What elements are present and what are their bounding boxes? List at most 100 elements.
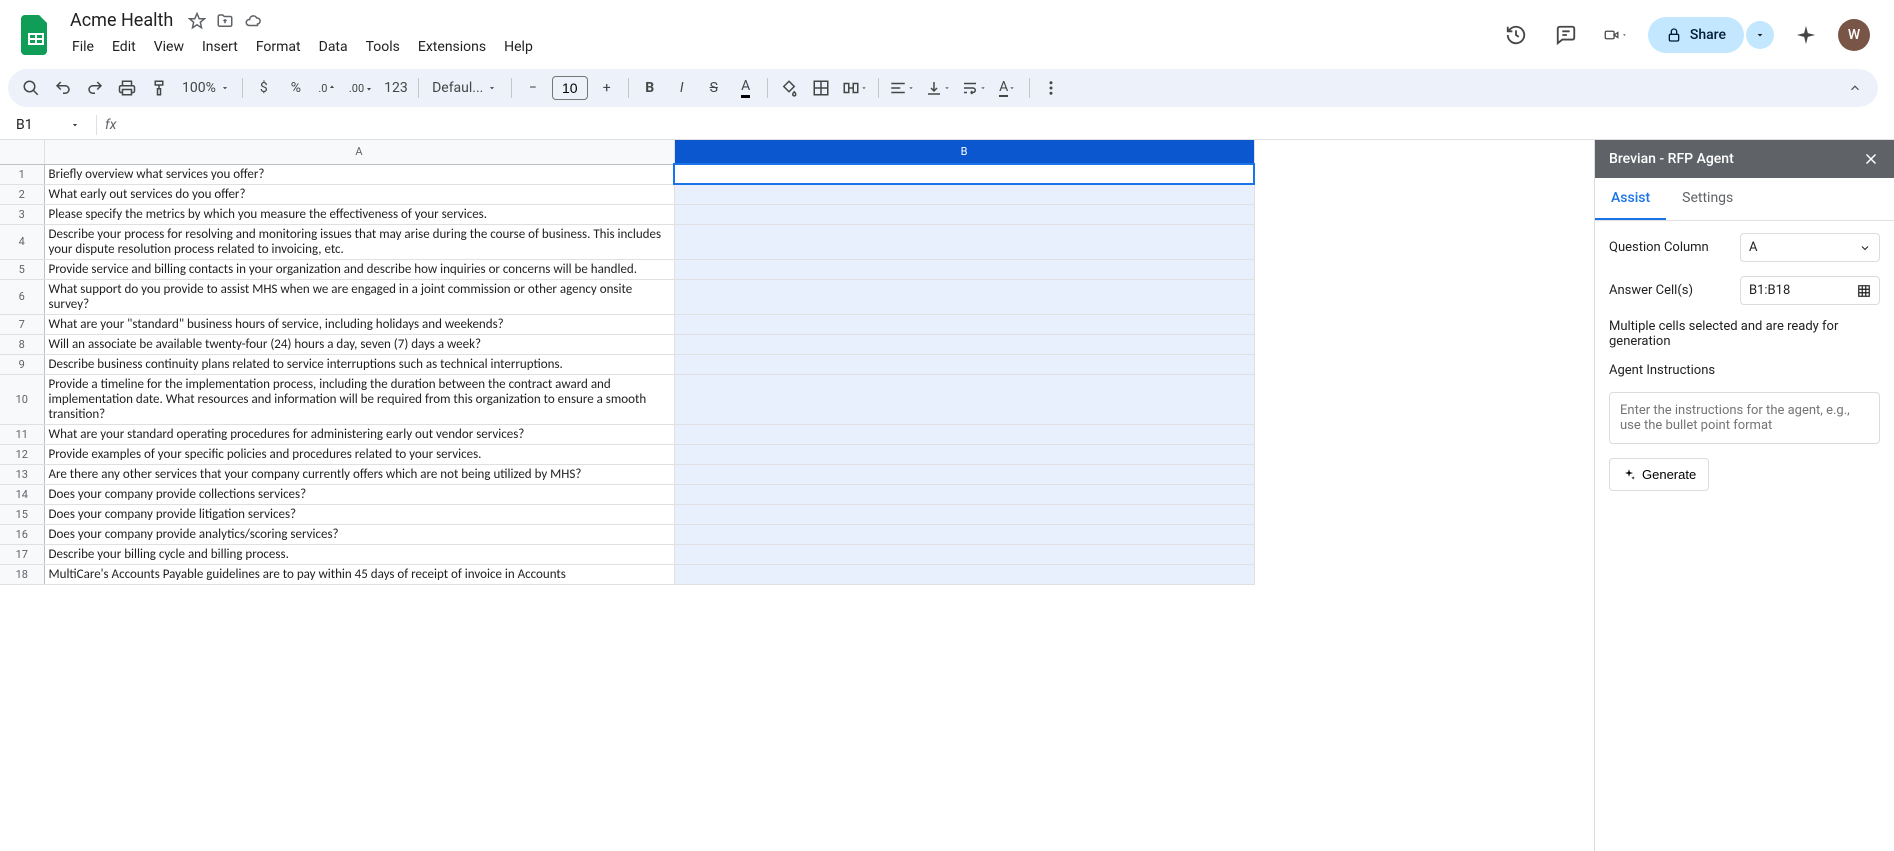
zoom-select[interactable]: 100% (176, 73, 236, 103)
name-box[interactable]: B1 (8, 115, 88, 135)
row-header[interactable]: 16 (0, 524, 44, 544)
menu-view[interactable]: View (146, 35, 192, 59)
cell[interactable]: Provide service and billing contacts in … (44, 259, 674, 279)
collapse-toolbar-icon[interactable] (1840, 73, 1870, 103)
text-rotation-button[interactable]: A (993, 73, 1023, 103)
row-header[interactable]: 8 (0, 334, 44, 354)
column-header-B[interactable]: B (674, 140, 1254, 164)
menu-tools[interactable]: Tools (358, 35, 408, 59)
increase-font-size-button[interactable]: + (592, 73, 622, 103)
text-color-button[interactable]: A (731, 73, 761, 103)
close-icon[interactable] (1862, 150, 1880, 168)
row-header[interactable]: 15 (0, 504, 44, 524)
cell[interactable] (674, 259, 1254, 279)
borders-button[interactable] (806, 73, 836, 103)
cell[interactable]: Please specify the metrics by which you … (44, 204, 674, 224)
row-header[interactable]: 5 (0, 259, 44, 279)
meet-button[interactable] (1598, 17, 1634, 53)
number-format-button[interactable]: 123 (380, 73, 412, 103)
undo-icon[interactable] (48, 73, 78, 103)
cell[interactable]: Does your company provide litigation ser… (44, 504, 674, 524)
strikethrough-button[interactable]: S (699, 73, 729, 103)
cell[interactable] (674, 314, 1254, 334)
decrease-font-size-button[interactable]: − (518, 73, 548, 103)
cell[interactable] (674, 544, 1254, 564)
cell[interactable] (674, 204, 1254, 224)
cell[interactable] (674, 224, 1254, 259)
cell[interactable]: What are your standard operating procedu… (44, 424, 674, 444)
search-menu-icon[interactable] (16, 73, 46, 103)
select-all-cell[interactable] (0, 140, 44, 164)
cell[interactable]: What are your "standard" business hours … (44, 314, 674, 334)
cell[interactable] (674, 164, 1254, 184)
italic-button[interactable]: I (667, 73, 697, 103)
menu-file[interactable]: File (64, 35, 102, 59)
row-header[interactable]: 11 (0, 424, 44, 444)
cell[interactable] (674, 484, 1254, 504)
cell[interactable]: Will an associate be available twenty-fo… (44, 334, 674, 354)
row-header[interactable]: 7 (0, 314, 44, 334)
gemini-icon[interactable] (1788, 17, 1824, 53)
cell[interactable]: Does your company provide analytics/scor… (44, 524, 674, 544)
row-header[interactable]: 12 (0, 444, 44, 464)
share-button[interactable]: Share (1648, 17, 1744, 53)
decrease-decimal-button[interactable]: .0 (313, 73, 343, 103)
cell[interactable]: Briefly overview what services you offer… (44, 164, 674, 184)
cell[interactable]: Does your company provide collections se… (44, 484, 674, 504)
row-header[interactable]: 18 (0, 564, 44, 584)
tab-assist[interactable]: Assist (1595, 178, 1666, 220)
cell[interactable] (674, 524, 1254, 544)
cell[interactable] (674, 374, 1254, 424)
move-folder-icon[interactable] (215, 11, 235, 31)
menu-help[interactable]: Help (496, 35, 541, 59)
menu-edit[interactable]: Edit (104, 35, 144, 59)
horizontal-align-button[interactable] (885, 73, 919, 103)
vertical-align-button[interactable] (921, 73, 955, 103)
cell[interactable] (674, 464, 1254, 484)
font-family-select[interactable]: Defaul... (425, 73, 505, 103)
star-icon[interactable] (187, 11, 207, 31)
cloud-status-icon[interactable] (243, 11, 263, 31)
cell[interactable] (674, 334, 1254, 354)
cell[interactable]: What support do you provide to assist MH… (44, 279, 674, 314)
document-title[interactable]: Acme Health (64, 8, 179, 33)
font-size-input[interactable] (552, 76, 588, 100)
share-dropdown[interactable] (1746, 21, 1774, 49)
agent-instructions-input[interactable] (1609, 392, 1880, 444)
redo-icon[interactable] (80, 73, 110, 103)
cell[interactable] (674, 504, 1254, 524)
cell[interactable] (674, 279, 1254, 314)
cell[interactable]: Are there any other services that your c… (44, 464, 674, 484)
cell[interactable]: Describe business continuity plans relat… (44, 354, 674, 374)
fill-color-button[interactable] (774, 73, 804, 103)
cell[interactable] (674, 184, 1254, 204)
row-header[interactable]: 2 (0, 184, 44, 204)
generate-button[interactable]: Generate (1609, 458, 1709, 491)
cell[interactable]: MultiCare's Accounts Payable guidelines … (44, 564, 674, 584)
row-header[interactable]: 3 (0, 204, 44, 224)
menu-data[interactable]: Data (311, 35, 356, 59)
row-header[interactable]: 14 (0, 484, 44, 504)
menu-insert[interactable]: Insert (194, 35, 246, 59)
row-header[interactable]: 4 (0, 224, 44, 259)
percent-button[interactable]: % (281, 73, 311, 103)
question-column-select[interactable]: A (1740, 233, 1880, 262)
tab-settings[interactable]: Settings (1666, 178, 1749, 220)
text-wrap-button[interactable] (957, 73, 991, 103)
cell[interactable] (674, 354, 1254, 374)
cell[interactable]: Describe your billing cycle and billing … (44, 544, 674, 564)
cell[interactable] (674, 564, 1254, 584)
column-header-A[interactable]: A (44, 140, 674, 164)
row-header[interactable]: 10 (0, 374, 44, 424)
history-icon[interactable] (1498, 17, 1534, 53)
more-toolbar-icon[interactable] (1036, 73, 1066, 103)
row-header[interactable]: 1 (0, 164, 44, 184)
currency-button[interactable]: $ (249, 73, 279, 103)
row-header[interactable]: 6 (0, 279, 44, 314)
menu-extensions[interactable]: Extensions (410, 35, 494, 59)
menu-format[interactable]: Format (248, 35, 309, 59)
cell[interactable]: Provide examples of your specific polici… (44, 444, 674, 464)
cell[interactable]: Provide a timeline for the implementatio… (44, 374, 674, 424)
sheets-logo[interactable] (16, 15, 56, 55)
row-header[interactable]: 9 (0, 354, 44, 374)
